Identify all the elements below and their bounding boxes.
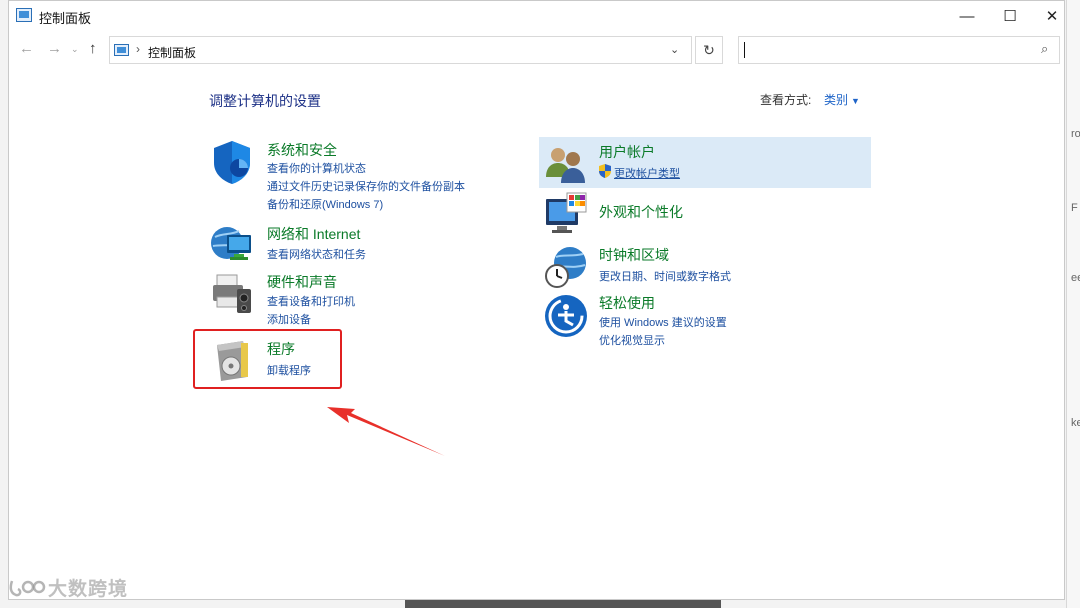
window-title: 控制面板 <box>39 11 92 26</box>
edge-text: ee <box>1071 272 1080 284</box>
link-devices-printers[interactable]: 查看设备和打印机 <box>267 293 355 309</box>
printer-speaker-icon[interactable] <box>209 271 255 317</box>
back-arrow-icon[interactable]: ← <box>19 40 34 57</box>
link-view-computer-status[interactable]: 查看你的计算机状态 <box>267 160 366 176</box>
category-user-accounts[interactable]: 用户帐户 <box>599 142 655 162</box>
edge-text: ro <box>1071 128 1080 140</box>
network-globe-icon[interactable] <box>209 221 255 267</box>
users-icon[interactable] <box>543 141 589 187</box>
monitor-palette-icon[interactable] <box>543 191 589 237</box>
category-network-internet[interactable]: 网络和 Internet <box>267 224 360 244</box>
taskbar-fragment <box>405 600 721 608</box>
ease-of-access-icon[interactable] <box>543 293 589 339</box>
refresh-button[interactable]: ↻ <box>695 36 723 64</box>
background-window-strip: ro F ee ke <box>1066 0 1080 608</box>
category-hardware-sound[interactable]: 硬件和声音 <box>267 272 337 292</box>
link-network-status[interactable]: 查看网络状态和任务 <box>267 246 366 262</box>
view-by-value[interactable]: 类别 <box>824 93 848 107</box>
view-by-label: 查看方式: <box>760 93 812 107</box>
forward-arrow-icon[interactable]: → <box>47 40 62 57</box>
close-button[interactable]: ✕ <box>1029 1 1075 31</box>
category-system-security[interactable]: 系统和安全 <box>267 140 337 160</box>
link-recommended-settings[interactable]: 使用 Windows 建议的设置 <box>599 314 727 330</box>
link-change-account-type[interactable]: 更改帐户类型 <box>614 165 680 181</box>
view-by-dropdown[interactable]: 类别 ▼ <box>824 91 860 108</box>
uac-shield-icon <box>599 164 611 178</box>
breadcrumb-control-panel[interactable]: 控制面板 <box>148 44 196 61</box>
navigation-bar: ← → ⌄ ↑ › 控制面板 ⌄ ↻ ⌕ <box>9 33 1064 67</box>
breadcrumb-separator-icon[interactable]: › <box>136 42 140 56</box>
search-icon[interactable]: ⌕ <box>1041 41 1048 57</box>
edge-text: F <box>1071 202 1078 214</box>
annotation-arrow-icon <box>327 407 445 456</box>
category-appearance-personalization[interactable]: 外观和个性化 <box>599 202 683 222</box>
link-backup-restore[interactable]: 备份和还原(Windows 7) <box>267 196 383 212</box>
edge-text: ke <box>1071 417 1080 429</box>
watermark-text: 大数跨境 <box>48 579 129 600</box>
text-cursor <box>744 42 745 58</box>
link-add-device[interactable]: 添加设备 <box>267 311 311 327</box>
category-ease-of-access[interactable]: 轻松使用 <box>599 293 655 313</box>
recent-locations-chevron-icon[interactable]: ⌄ <box>71 44 79 55</box>
address-bar[interactable]: › 控制面板 ⌄ <box>109 36 692 64</box>
link-change-date-time-format[interactable]: 更改日期、时间或数字格式 <box>599 268 731 284</box>
chevron-down-icon[interactable]: ⌄ <box>670 43 679 56</box>
search-input[interactable]: ⌕ <box>738 36 1060 64</box>
up-arrow-icon[interactable]: ↑ <box>89 40 97 57</box>
dropdown-arrow-icon[interactable]: ▼ <box>851 96 860 106</box>
shield-icon[interactable] <box>209 139 255 185</box>
clock-globe-icon[interactable] <box>543 245 589 291</box>
maximize-button[interactable]: ☐ <box>987 1 1033 31</box>
watermark: 大数跨境 <box>8 574 128 601</box>
annotation-highlight-box <box>193 329 342 389</box>
category-clock-region[interactable]: 时钟和区域 <box>599 245 669 265</box>
control-panel-window: 控制面板 — ☐ ✕ ← → ⌄ ↑ › 控制面板 ⌄ ↻ ⌕ 调整计算机的设置… <box>8 0 1065 600</box>
watermark-logo-icon <box>9 580 46 597</box>
minimize-button[interactable]: — <box>944 1 990 31</box>
link-file-history-backup[interactable]: 通过文件历史记录保存你的文件备份副本 <box>267 178 465 194</box>
title-bar[interactable]: 控制面板 — ☐ ✕ <box>9 1 1064 31</box>
control-panel-icon <box>114 44 129 56</box>
link-optimize-visual-display[interactable]: 优化视觉显示 <box>599 332 665 348</box>
page-title: 调整计算机的设置 <box>209 93 321 109</box>
control-panel-icon <box>16 8 32 22</box>
